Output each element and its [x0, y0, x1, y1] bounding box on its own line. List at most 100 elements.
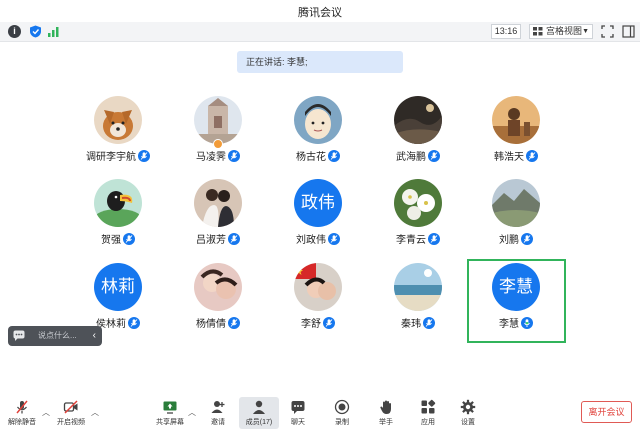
- apps-label: 应用: [421, 419, 435, 426]
- apps-icon: [421, 399, 436, 414]
- share-options-chevron-icon[interactable]: ︿: [188, 407, 196, 418]
- record-label: 录制: [335, 419, 349, 426]
- title-bar: 腾讯会议: [0, 0, 640, 22]
- participant-tile[interactable]: 李青云: [368, 179, 468, 263]
- shield-icon[interactable]: [29, 25, 42, 38]
- participant-name: 武海鹏: [396, 152, 426, 163]
- members-label: 成员(17): [245, 419, 273, 426]
- raise-hand-icon: [380, 400, 391, 414]
- participant-avatar: 林莉: [94, 263, 142, 311]
- share-screen-button[interactable]: 共享屏幕: [150, 397, 190, 429]
- share-screen-icon: [163, 401, 177, 414]
- chevron-down-icon: ▼: [582, 28, 589, 35]
- collapse-chevron-icon[interactable]: ‹: [93, 326, 96, 346]
- mic-icon: [423, 317, 435, 330]
- info-icon[interactable]: i: [8, 25, 21, 38]
- view-mode-label: 宫格视图: [546, 26, 583, 36]
- participant-avatar: [394, 96, 442, 144]
- participant-name: 杨倩倩: [196, 319, 226, 330]
- participant-tile[interactable]: 韩浩天: [466, 96, 566, 180]
- audio-options-chevron-icon[interactable]: ︿: [42, 407, 50, 418]
- signal-icon[interactable]: [47, 25, 60, 38]
- participant-avatar: [94, 179, 142, 227]
- record-button[interactable]: 录制: [322, 397, 362, 429]
- participant-name: 秦玮: [401, 319, 421, 330]
- participant-tile[interactable]: 调研李宇航: [68, 96, 168, 180]
- mic-icon: [526, 150, 538, 163]
- invite-button[interactable]: 邀请: [198, 397, 238, 429]
- participant-tile[interactable]: 马凌霁: [168, 96, 268, 180]
- participant-name: 李慧: [499, 319, 519, 330]
- members-button[interactable]: 成员(17): [239, 397, 279, 429]
- invite-icon: [211, 401, 225, 413]
- chat-button[interactable]: 聊天: [278, 397, 318, 429]
- participant-name: 韩浩天: [494, 152, 524, 163]
- meeting-toolbar: i 13:16 宫格视图 ▼: [0, 22, 640, 42]
- mic-speaking-icon: [521, 317, 533, 330]
- invite-label: 邀请: [211, 419, 225, 426]
- unmute-button[interactable]: 解除静音: [2, 397, 42, 429]
- participant-avatar: [194, 96, 242, 144]
- meeting-controls: 解除静音 ︿ 开启视频 ︿ 共享屏幕 ︿ 邀请 成员(17) 聊天 录制 举手 …: [0, 394, 640, 430]
- participant-name: 吕淑芳: [196, 235, 226, 246]
- raise-hand-button[interactable]: 举手: [366, 397, 406, 429]
- mic-icon: [123, 233, 135, 246]
- mic-icon: [521, 233, 533, 246]
- mic-icon: [128, 317, 140, 330]
- participant-tile[interactable]: 秦玮: [368, 263, 468, 347]
- participant-avatar: [492, 96, 540, 144]
- participant-name: 贺强: [101, 235, 121, 246]
- record-icon: [334, 399, 350, 415]
- fullscreen-icon[interactable]: [601, 25, 614, 38]
- chat-bubble-icon: [13, 330, 25, 341]
- unmute-label: 解除静音: [8, 419, 36, 426]
- participant-name: 杨古花: [296, 152, 326, 163]
- share-screen-label: 共享屏幕: [156, 419, 184, 426]
- participant-name: 李舒: [301, 319, 321, 330]
- participant-avatar: [194, 179, 242, 227]
- participant-avatar: [94, 96, 142, 144]
- participant-avatar: [492, 179, 540, 227]
- grid-view-icon: [533, 27, 543, 36]
- participant-tile[interactable]: 贺强: [68, 179, 168, 263]
- raise-hand-label: 举手: [379, 419, 393, 426]
- mic-icon: [228, 317, 240, 330]
- window-title: 腾讯会议: [298, 7, 342, 19]
- start-video-label: 开启视频: [57, 419, 85, 426]
- mic-icon: [428, 150, 440, 163]
- participant-name: 刘鹏: [499, 235, 519, 246]
- participant-tile[interactable]: 杨古花: [268, 96, 368, 180]
- participant-avatar: [294, 96, 342, 144]
- participant-tile[interactable]: 杨倩倩: [168, 263, 268, 347]
- start-video-button[interactable]: 开启视频: [51, 397, 91, 429]
- quick-chat-input[interactable]: 说点什么... ‹: [8, 326, 102, 346]
- participant-avatar: 政伟: [294, 179, 342, 227]
- mic-icon: [328, 150, 340, 163]
- mic-muted-icon: [16, 400, 28, 414]
- settings-label: 设置: [461, 419, 475, 426]
- participant-avatar: [294, 263, 342, 311]
- participant-tile[interactable]: 政伟 刘政伟: [268, 179, 368, 263]
- gear-icon: [460, 399, 476, 415]
- participant-name: 刘政伟: [296, 235, 326, 246]
- chat-icon: [291, 401, 305, 414]
- mic-icon: [228, 150, 240, 163]
- mic-icon: [228, 233, 240, 246]
- participant-avatar: 李慧: [492, 263, 540, 311]
- apps-button[interactable]: 应用: [408, 397, 448, 429]
- participant-tile[interactable]: 刘鹏: [466, 179, 566, 263]
- participant-name: 马凌霁: [196, 152, 226, 163]
- chat-placeholder: 说点什么...: [38, 331, 77, 340]
- participant-tile[interactable]: 吕淑芳: [168, 179, 268, 263]
- settings-button[interactable]: 设置: [448, 397, 488, 429]
- participant-tile-active[interactable]: 李慧 李慧: [466, 263, 566, 347]
- sidebar-toggle-icon[interactable]: [622, 25, 635, 38]
- participant-tile[interactable]: 李舒: [268, 263, 368, 347]
- mic-icon: [323, 317, 335, 330]
- leave-meeting-button[interactable]: 离开会议: [581, 401, 632, 423]
- participant-name: 李青云: [396, 235, 426, 246]
- view-mode-dropdown[interactable]: 宫格视图 ▼: [529, 24, 593, 39]
- video-options-chevron-icon[interactable]: ︿: [91, 407, 99, 418]
- participant-tile[interactable]: 武海鹏: [368, 96, 468, 180]
- mic-icon: [138, 150, 150, 163]
